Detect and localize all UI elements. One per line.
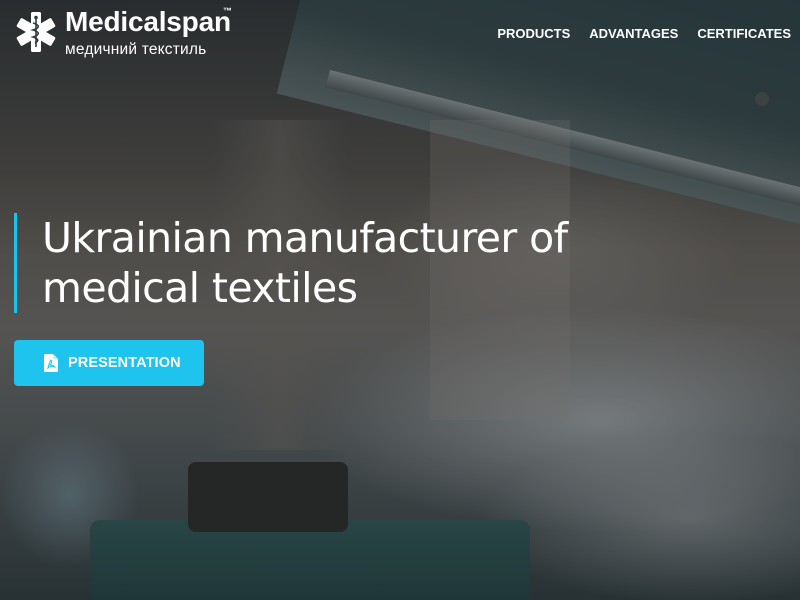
hero-headline-block: Ukrainian manufacturer of medical textil… [14,213,634,313]
brand-logo[interactable]: Medicalspan ™ медичний текстиль [13,6,243,60]
hero-section: Medicalspan ™ медичний текстиль PRODUCTS… [0,0,800,600]
trademark-symbol: ™ [223,6,232,16]
site-header: Medicalspan ™ медичний текстиль PRODUCTS… [0,0,800,66]
nav-item-products[interactable]: PRODUCTS [497,26,570,41]
hero-headline: Ukrainian manufacturer of medical textil… [42,213,634,313]
presentation-button-label: PRESENTATION [68,355,181,371]
brand-name: Medicalspan [65,6,231,37]
presentation-button[interactable]: PRESENTATION [14,340,204,386]
hero-headline-line-2: medical textiles [42,264,358,312]
brand-tagline: медичний текстиль [65,41,207,58]
pdf-file-icon [44,354,58,372]
nav-item-advantages[interactable]: ADVANTAGES [589,26,678,41]
star-of-life-icon [16,12,56,52]
hero-headline-line-1: Ukrainian manufacturer of [42,214,568,262]
nav-item-certificates[interactable]: CERTIFICATES [697,26,791,41]
main-nav: PRODUCTS ADVANTAGES CERTIFICATES [497,26,791,41]
